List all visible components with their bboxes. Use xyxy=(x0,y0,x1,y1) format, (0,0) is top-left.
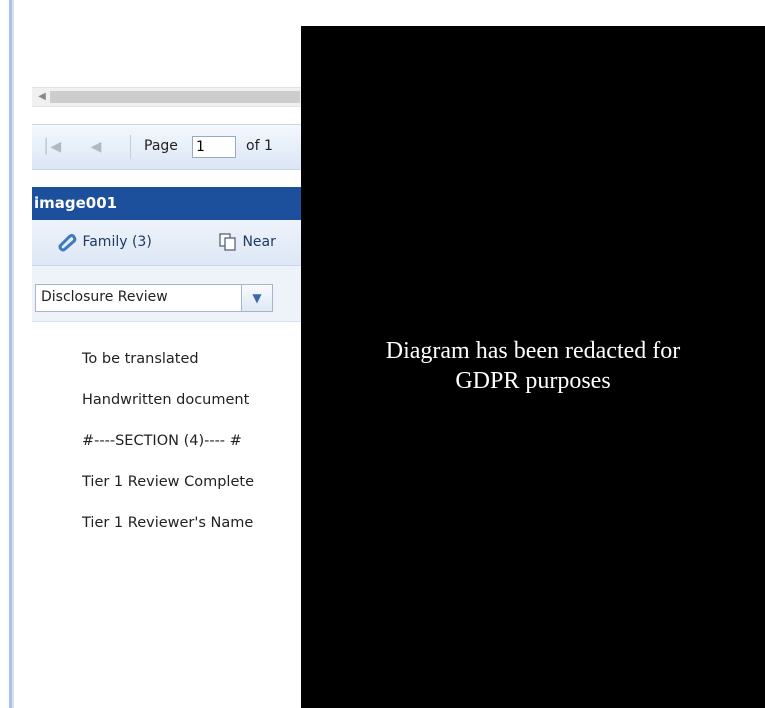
redaction-message-line1: Diagram has been redacted for xyxy=(385,338,681,364)
scroll-left-arrow-icon[interactable]: ◀ xyxy=(34,88,50,106)
scrollbar-thumb[interactable] xyxy=(50,91,300,103)
field-label: #----SECTION (4)---- # xyxy=(82,433,242,449)
left-frame-shadow xyxy=(12,0,14,708)
field-label: Handwritten document xyxy=(82,392,250,408)
document-title-bar: image001 xyxy=(32,187,302,220)
field-label: Tier 1 Reviewer's Name xyxy=(82,515,254,531)
layout-selector-row: Disclosure Review ▼ xyxy=(32,266,302,322)
field-label: To be translated xyxy=(82,351,199,367)
redaction-message: Diagram has been redacted for GDPR purpo… xyxy=(301,336,765,396)
field-label: Tier 1 Review Complete xyxy=(82,474,254,490)
copy-icon xyxy=(219,233,236,251)
pager-toolbar: │◀ ◀ Page of 1 xyxy=(32,124,302,170)
document-title: image001 xyxy=(34,194,118,212)
page-number-input[interactable] xyxy=(192,136,236,158)
left-frame-border xyxy=(0,0,12,708)
page-count-label: of 1 xyxy=(246,138,273,154)
coding-fields-list: To be translated Handwritten document #-… xyxy=(82,350,297,555)
near-duplicates-button[interactable]: Near xyxy=(218,232,276,252)
chevron-down-icon[interactable]: ▼ xyxy=(241,285,272,311)
page-label: Page xyxy=(144,138,178,154)
near-label: Near xyxy=(242,234,276,250)
family-button[interactable]: Family (3) xyxy=(56,232,152,252)
redaction-overlay: Diagram has been redacted for GDPR purpo… xyxy=(301,26,765,708)
paperclip-icon xyxy=(58,234,77,252)
family-label: Family (3) xyxy=(82,234,152,250)
document-toolbar: Family (3) Near xyxy=(32,220,302,266)
redaction-message-line2: GDPR purposes xyxy=(455,368,611,394)
horizontal-scrollbar[interactable]: ◀ xyxy=(32,87,302,107)
previous-page-icon[interactable]: ◀ xyxy=(87,137,105,157)
review-layout-dropdown[interactable]: Disclosure Review ▼ xyxy=(35,284,273,312)
review-layout-value: Disclosure Review xyxy=(41,289,168,305)
pager-separator xyxy=(130,135,131,159)
first-page-icon[interactable]: │◀ xyxy=(42,137,61,157)
